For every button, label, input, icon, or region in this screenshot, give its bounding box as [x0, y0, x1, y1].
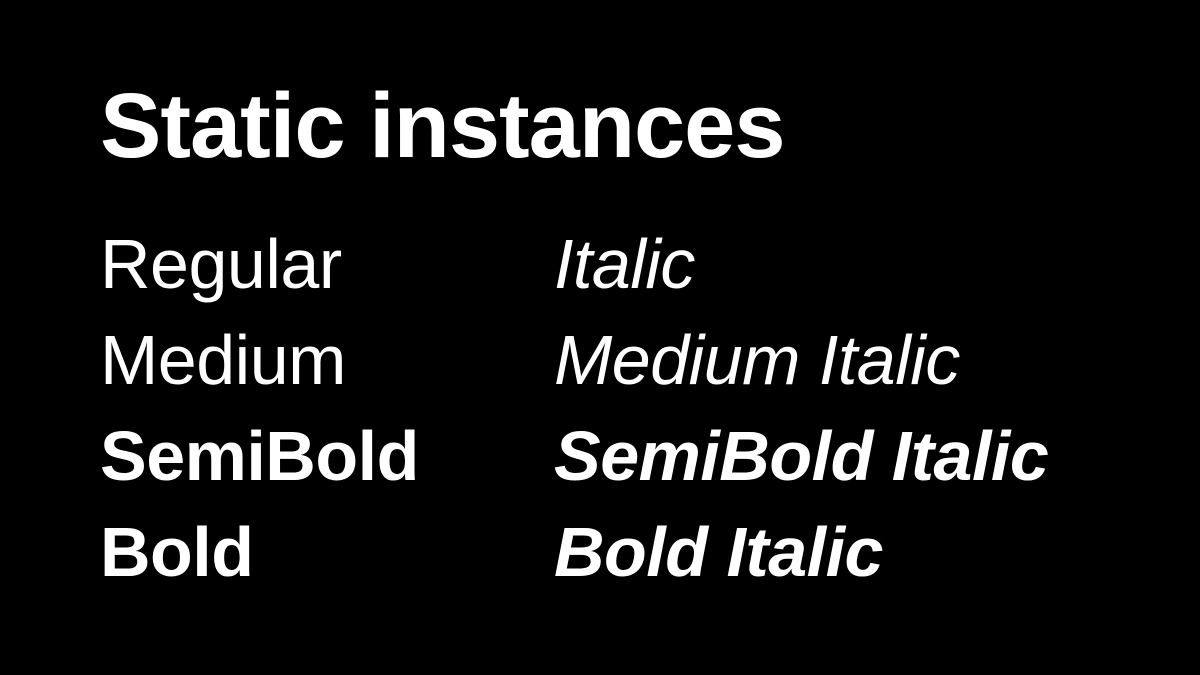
- instance-italic: Italic: [554, 225, 695, 303]
- instance-semibold-italic: SemiBold Italic: [554, 417, 1049, 495]
- instance-row-semibold: SemiBold SemiBold Italic: [100, 416, 1180, 512]
- instance-medium: Medium: [100, 321, 346, 399]
- instance-regular: Regular: [100, 225, 342, 303]
- specimen-canvas: Static instances Regular Italic Medium M…: [0, 0, 1200, 675]
- instance-row-medium: Medium Medium Italic: [100, 320, 1180, 416]
- instance-row-regular: Regular Italic: [100, 224, 1180, 320]
- instance-semibold: SemiBold: [100, 417, 419, 495]
- instances-grid: Regular Italic Medium Medium Italic Semi…: [100, 224, 1180, 608]
- instance-bold: Bold: [100, 513, 254, 591]
- instance-row-bold: Bold Bold Italic: [100, 512, 1180, 608]
- instance-bold-italic: Bold Italic: [554, 513, 883, 591]
- page-title: Static instances: [100, 75, 786, 177]
- instance-medium-italic: Medium Italic: [554, 321, 960, 399]
